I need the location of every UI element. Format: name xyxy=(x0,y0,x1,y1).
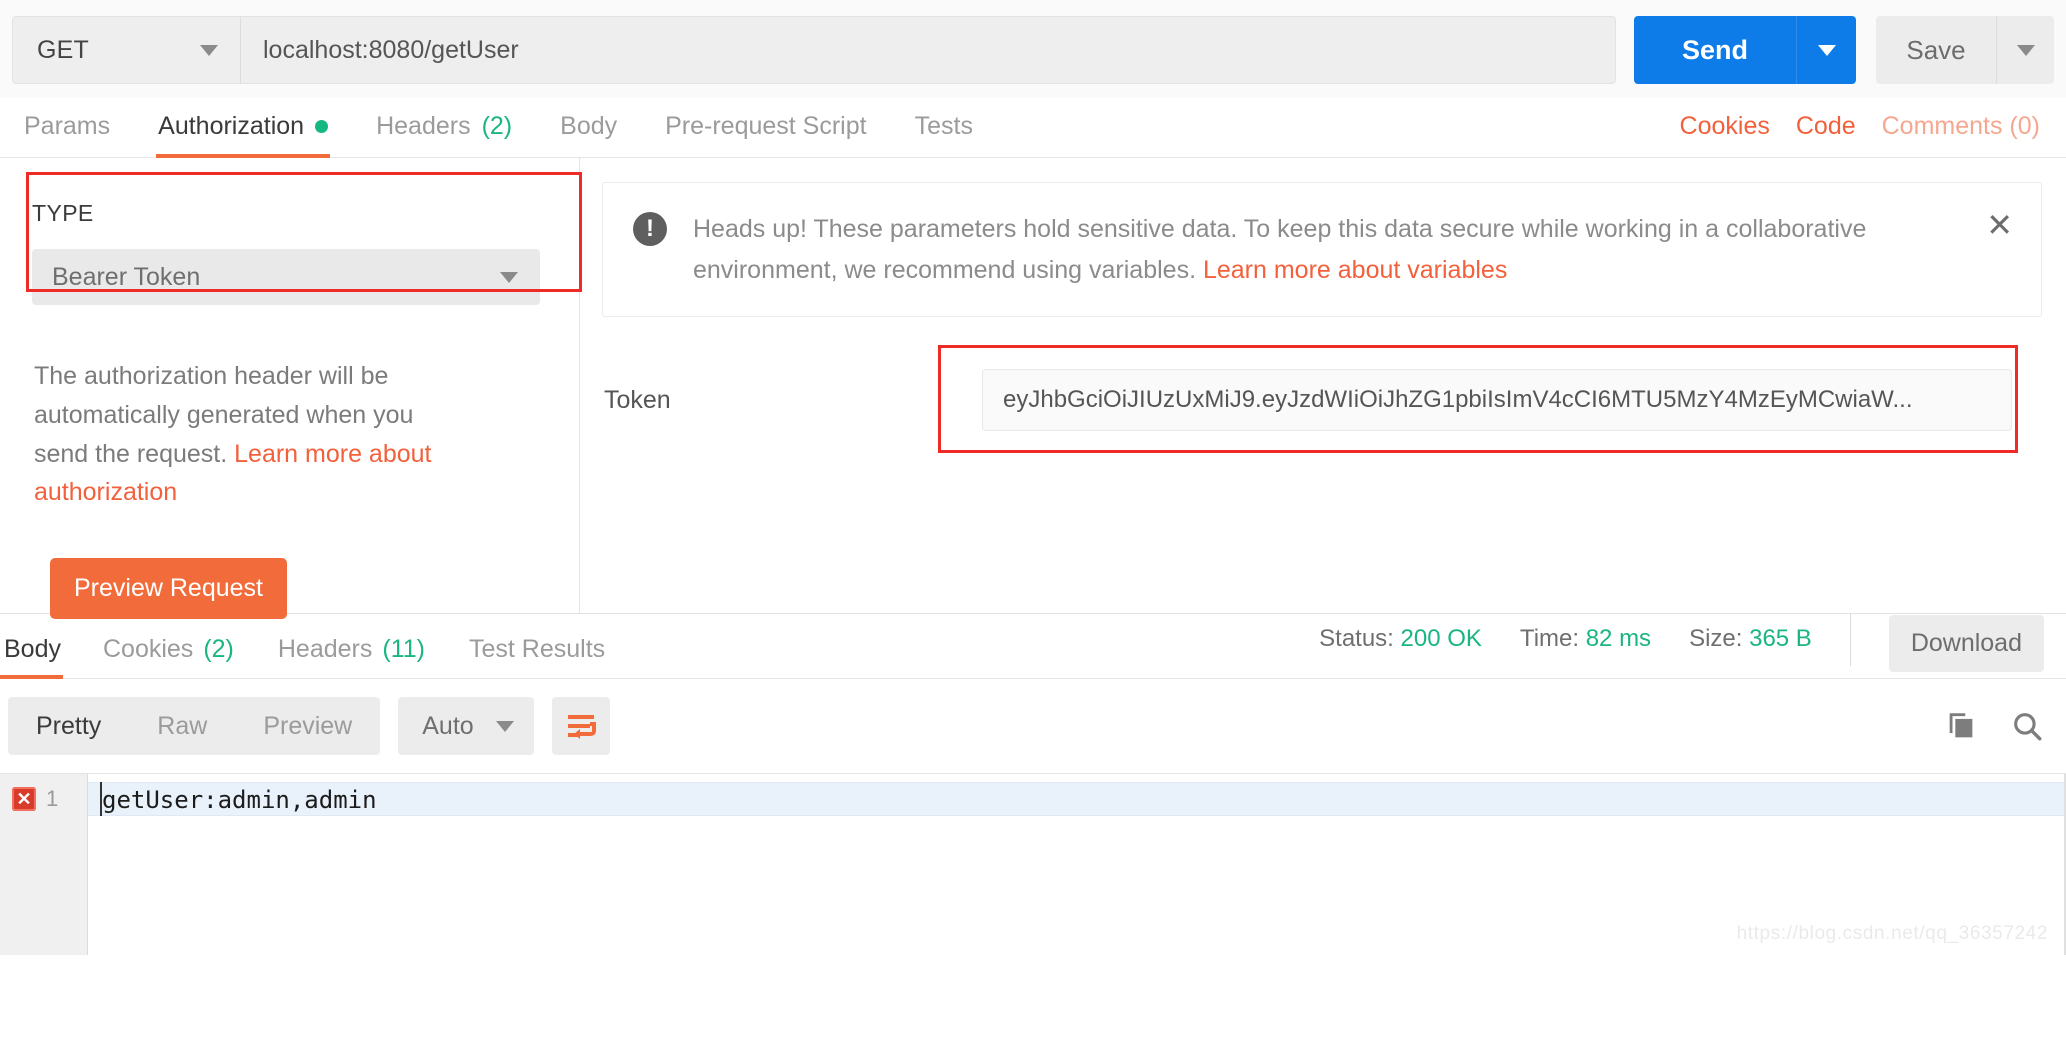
format-segmented-control: Pretty Raw Preview xyxy=(8,697,381,755)
status-group: Status: 200 OK xyxy=(1319,625,1482,653)
format-raw[interactable]: Raw xyxy=(129,697,235,755)
line-number: 1 xyxy=(46,786,59,811)
request-tabs: Params Authorization Headers (2) Body Pr… xyxy=(0,98,2066,158)
response-tab-body[interactable]: Body xyxy=(0,635,81,679)
tab-label: Headers xyxy=(376,112,471,140)
language-select[interactable]: Auto xyxy=(398,697,534,755)
status-label: Status: xyxy=(1319,625,1394,652)
word-wrap-button[interactable] xyxy=(551,697,610,755)
send-button-group: Send xyxy=(1634,16,1856,84)
tab-label: Cookies xyxy=(102,635,194,663)
search-button[interactable] xyxy=(2010,709,2044,743)
send-options-button[interactable] xyxy=(1796,16,1856,84)
chevron-down-icon xyxy=(500,271,518,283)
notice-text: Heads up! These parameters hold sensitiv… xyxy=(693,209,1893,290)
auth-type-label: TYPE xyxy=(32,200,94,226)
save-options-button[interactable] xyxy=(1996,16,2054,84)
size-value: 365 B xyxy=(1749,625,1812,652)
tab-badge: (11) xyxy=(382,635,425,663)
language-value: Auto xyxy=(422,711,474,740)
status-value: 200 OK xyxy=(1400,625,1482,652)
code-link[interactable]: Code xyxy=(1796,112,1856,141)
notice-learn-more-link[interactable]: Learn more about variables xyxy=(1203,256,1507,284)
tab-label: Headers xyxy=(277,635,373,663)
tab-label: Pre-request Script xyxy=(665,112,867,140)
tab-label: Test Results xyxy=(468,635,606,663)
code-line[interactable]: getUser:admin,admin xyxy=(88,782,2066,816)
copy-button[interactable] xyxy=(1944,709,1978,743)
tab-badge: (2) xyxy=(481,112,513,140)
request-url-bar: GET localhost:8080/getUser Send Save xyxy=(0,0,2066,98)
editor-gutter: ✕ 1 xyxy=(0,774,88,955)
size-label: Size: xyxy=(1689,625,1743,652)
tab-headers[interactable]: Headers (2) xyxy=(352,112,536,157)
auth-type-value: Bearer Token xyxy=(52,262,201,291)
cookies-link[interactable]: Cookies xyxy=(1680,112,1770,141)
copy-icon xyxy=(1949,713,1973,738)
close-icon[interactable]: ✕ xyxy=(1966,209,2013,241)
tab-badge: (2) xyxy=(203,635,234,663)
format-preview[interactable]: Preview xyxy=(235,697,380,755)
time-group: Time: 82 ms xyxy=(1520,625,1651,653)
http-method-select[interactable]: GET xyxy=(12,16,240,84)
response-tab-headers[interactable]: Headers (11) xyxy=(256,635,447,678)
url-input[interactable]: localhost:8080/getUser xyxy=(240,16,1616,84)
format-pretty[interactable]: Pretty xyxy=(8,697,129,755)
auth-description: The authorization header will be automat… xyxy=(34,357,454,512)
time-label: Time: xyxy=(1519,625,1580,652)
word-wrap-icon xyxy=(567,715,596,739)
response-meta: Status: 200 OK Time: 82 ms Size: 365 B D… xyxy=(1319,614,2066,678)
token-input[interactable]: eyJhbGciOiJIUzUxMiJ9.eyJzdWIiOiJhZG1pbiI… xyxy=(982,369,2012,431)
search-icon xyxy=(2014,713,2042,741)
auth-type-select[interactable]: Bearer Token xyxy=(32,249,540,305)
sensitive-data-notice: ! Heads up! These parameters hold sensit… xyxy=(602,182,2042,317)
tab-pre-request-script[interactable]: Pre-request Script xyxy=(641,112,890,157)
auth-type-column: TYPE Bearer Token The authorization head… xyxy=(0,158,582,619)
tab-label: Tests xyxy=(914,112,973,140)
token-label: Token xyxy=(604,385,671,414)
response-body-editor: ✕ 1 getUser:admin,admin https://blog.csd… xyxy=(0,773,2066,955)
divider xyxy=(1849,614,1851,666)
token-row: Token eyJhbGciOiJIUzUxMiJ9.eyJzdWIiOiJhZ… xyxy=(602,345,2042,453)
chevron-down-icon xyxy=(495,720,514,732)
preview-request-button[interactable]: Preview Request xyxy=(50,558,287,619)
auth-detail-column: ! Heads up! These parameters hold sensit… xyxy=(580,158,2066,613)
tab-label: Body xyxy=(560,112,618,140)
send-button[interactable]: Send xyxy=(1634,16,1796,84)
tab-body[interactable]: Body xyxy=(536,112,641,157)
save-button-group: Save xyxy=(1876,16,2054,84)
editor-code-area[interactable]: getUser:admin,admin xyxy=(88,774,2066,955)
tab-params[interactable]: Params xyxy=(0,112,134,157)
error-icon[interactable]: ✕ xyxy=(12,787,36,811)
http-method-value: GET xyxy=(37,35,89,64)
authorization-panel: TYPE Bearer Token The authorization head… xyxy=(0,158,2066,619)
tab-label: Authorization xyxy=(158,112,305,140)
time-value: 82 ms xyxy=(1585,625,1652,652)
tab-label: Body xyxy=(4,635,61,663)
download-button[interactable]: Download xyxy=(1888,614,2044,672)
save-button[interactable]: Save xyxy=(1876,16,1996,84)
exclamation-icon: ! xyxy=(633,212,667,246)
chevron-down-icon xyxy=(1817,44,1836,56)
comments-link[interactable]: Comments (0) xyxy=(1882,112,2040,141)
size-group: Size: 365 B xyxy=(1689,625,1812,653)
response-tabs: Body Cookies (2) Headers (11) Test Resul… xyxy=(0,613,2066,679)
request-tabs-actions: Cookies Code Comments (0) xyxy=(1680,112,2040,157)
tab-label: Params xyxy=(24,112,111,140)
tab-tests[interactable]: Tests xyxy=(891,112,997,157)
tab-authorization[interactable]: Authorization xyxy=(134,112,352,158)
gutter-row: ✕ 1 xyxy=(0,782,87,816)
response-tab-cookies[interactable]: Cookies (2) xyxy=(81,635,256,678)
response-tab-test-results[interactable]: Test Results xyxy=(447,635,627,678)
chevron-down-icon xyxy=(2016,44,2035,56)
response-actions xyxy=(1944,709,2044,743)
status-dot-icon xyxy=(315,120,329,133)
chevron-down-icon xyxy=(200,44,218,56)
text-caret xyxy=(100,782,102,816)
response-format-bar: Pretty Raw Preview Auto xyxy=(0,679,2066,773)
